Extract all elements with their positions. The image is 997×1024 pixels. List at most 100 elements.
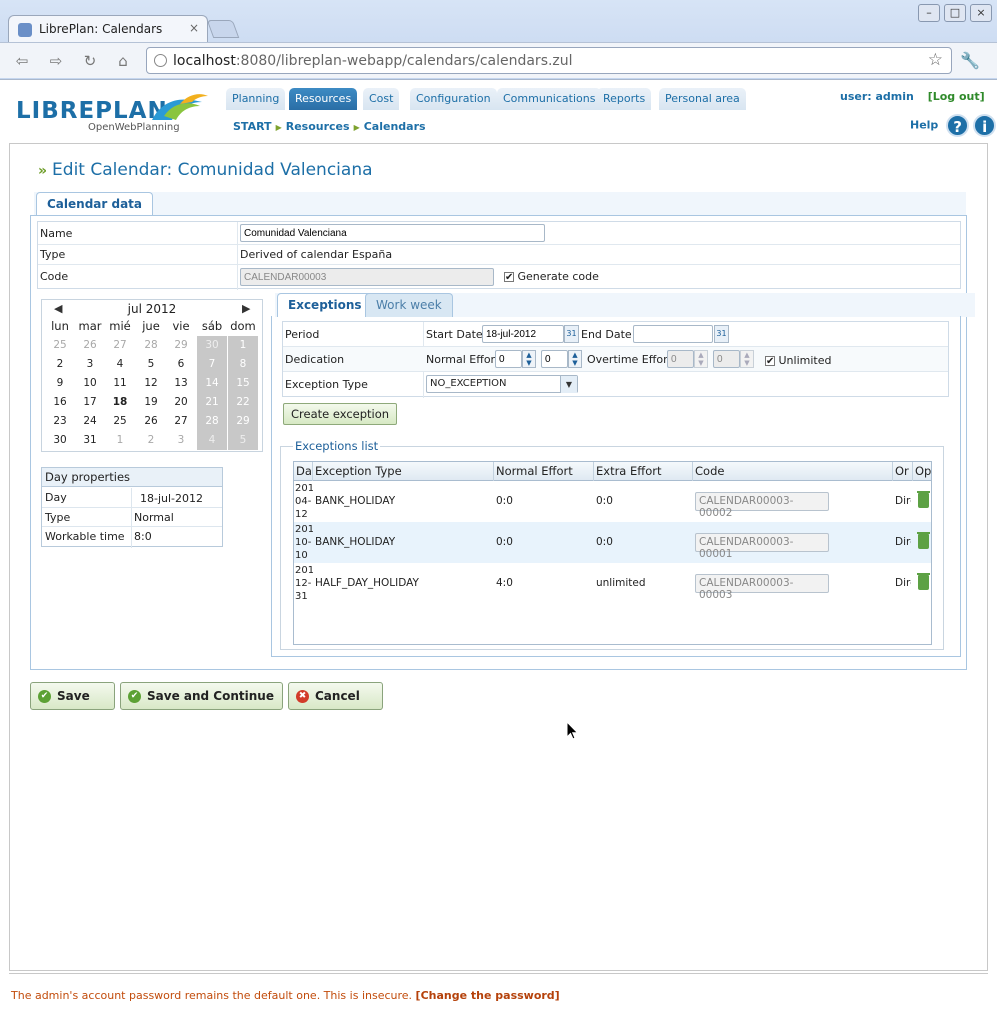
tab-work-week[interactable]: Work week — [365, 293, 453, 317]
info-icon[interactable]: i — [973, 114, 997, 137]
reload-icon[interactable]: ↻ — [80, 51, 100, 71]
col-origin[interactable]: Or — [893, 462, 913, 481]
col-normal-effort[interactable]: Normal Effort — [494, 462, 594, 481]
bookmark-star-icon[interactable]: ☆ — [928, 50, 943, 70]
wrench-icon[interactable]: 🔧 — [960, 51, 980, 70]
normal-hours-spinner[interactable]: ▲ ▼ — [522, 350, 536, 368]
libreplan-logo[interactable]: LIBREPLAN OpenWebPlanning — [16, 90, 216, 138]
calendar-day[interactable]: 9 — [45, 374, 75, 393]
chevron-down-icon[interactable]: ▼ — [560, 376, 577, 393]
calendar-day[interactable]: 8 — [228, 355, 258, 374]
calendar-day[interactable]: 2 — [45, 355, 75, 374]
calendar-day[interactable]: 12 — [136, 374, 166, 393]
calendar-day[interactable]: 6 — [166, 355, 196, 374]
calendar-day[interactable]: 15 — [228, 374, 258, 393]
calendar-day[interactable]: 27 — [166, 412, 196, 431]
calendar-day[interactable]: 24 — [75, 412, 105, 431]
calendar-day[interactable]: 21 — [197, 393, 227, 412]
calendar-day[interactable]: 26 — [75, 336, 105, 355]
browser-tab[interactable]: LibrePlan: Calendars × — [8, 15, 208, 43]
normal-effort-minutes[interactable] — [541, 350, 568, 368]
start-date-input[interactable] — [482, 325, 564, 343]
change-password-link[interactable]: [Change the password] — [416, 989, 560, 1002]
create-exception-button[interactable]: Create exception — [283, 403, 398, 425]
col-extra-effort[interactable]: Extra Effort — [594, 462, 693, 481]
calendar-day[interactable]: 3 — [75, 355, 105, 374]
logout-link[interactable]: [Log out] — [928, 90, 985, 103]
col-exception-type[interactable]: Exception Type — [313, 462, 494, 481]
unlimited-checkbox[interactable]: ✔ — [765, 356, 775, 367]
table-row[interactable]: 201 12- 31 HALF_DAY_HOLIDAY 4:0 unlimited … — [294, 563, 931, 604]
table-row[interactable]: 201 10- 10 BANK_HOLIDAY 0:0 0:0 CALENDAR00… — [294, 522, 931, 563]
help-link[interactable]: Help — [910, 119, 938, 132]
calendar-day[interactable]: 31 — [75, 431, 105, 450]
nav-reports[interactable]: Reports — [597, 88, 652, 110]
calendar-day[interactable]: 1 — [105, 431, 135, 450]
overtime-effort-minutes[interactable] — [713, 350, 740, 368]
nav-resources[interactable]: Resources — [289, 88, 358, 110]
table-row[interactable]: 201 04- 12 BANK_HOLIDAY 0:0 0:0 CALENDAR00… — [294, 481, 931, 522]
overtime-effort-hours[interactable] — [667, 350, 694, 368]
calendar-day[interactable]: 7 — [197, 355, 227, 374]
calendar-day[interactable]: 19 — [136, 393, 166, 412]
end-date-input[interactable] — [633, 325, 713, 343]
calendar-day[interactable]: 5 — [228, 431, 258, 450]
code-input[interactable] — [240, 268, 494, 286]
breadcrumb-resources[interactable]: Resources — [286, 120, 350, 133]
calendar-day[interactable]: 29 — [166, 336, 196, 355]
breadcrumb-start[interactable]: START — [233, 120, 272, 133]
nav-planning[interactable]: Planning — [226, 88, 286, 110]
close-tab-icon[interactable]: × — [189, 21, 199, 35]
close-window-button[interactable]: × — [970, 4, 992, 22]
save-and-continue-button[interactable]: ✔ Save and Continue — [120, 682, 283, 710]
calendar-day[interactable]: 28 — [197, 412, 227, 431]
col-code[interactable]: Code — [693, 462, 893, 481]
calendar-day[interactable]: 1 — [228, 336, 258, 355]
nav-configuration[interactable]: Configuration — [410, 88, 497, 110]
new-tab-button[interactable] — [206, 20, 240, 38]
forward-icon[interactable]: ⇨ — [46, 51, 66, 71]
name-input[interactable] — [240, 224, 545, 242]
normal-effort-hours[interactable] — [495, 350, 522, 368]
calendar-day[interactable]: 30 — [197, 336, 227, 355]
exception-type-select[interactable]: NO_EXCEPTION — [426, 375, 578, 393]
calendar-day[interactable]: 27 — [105, 336, 135, 355]
calendar-day[interactable]: 3 — [166, 431, 196, 450]
trash-icon[interactable] — [917, 491, 930, 508]
overtime-hours-spinner[interactable]: ▲ ▼ — [694, 350, 708, 368]
calendar-day[interactable]: 29 — [228, 412, 258, 431]
calendar-day[interactable]: 26 — [136, 412, 166, 431]
maximize-button[interactable]: □ — [944, 4, 966, 22]
col-date[interactable]: Da — [294, 462, 313, 481]
normal-minutes-spinner[interactable]: ▲ ▼ — [568, 350, 582, 368]
calendar-day[interactable]: 28 — [136, 336, 166, 355]
nav-cost[interactable]: Cost — [363, 88, 400, 110]
calendar-day[interactable]: 25 — [105, 412, 135, 431]
minimize-button[interactable]: – — [918, 4, 940, 22]
calendar-day[interactable]: 23 — [45, 412, 75, 431]
save-button[interactable]: ✔ Save — [30, 682, 115, 710]
calendar-day[interactable]: 4 — [105, 355, 135, 374]
tab-calendar-data[interactable]: Calendar data — [36, 192, 154, 216]
calendar-day[interactable]: 25 — [45, 336, 75, 355]
calendar-day[interactable]: 18 — [105, 393, 135, 412]
generate-code-checkbox[interactable]: ✔ — [504, 272, 514, 283]
calendar-day[interactable]: 22 — [228, 393, 258, 412]
calendar-day[interactable]: 20 — [166, 393, 196, 412]
trash-icon[interactable] — [917, 532, 930, 549]
help-question-icon[interactable]: ? — [946, 114, 970, 137]
calendar-day[interactable]: 2 — [136, 431, 166, 450]
address-bar[interactable]: localhost:8080/libreplan-webapp/calendar… — [146, 47, 952, 74]
trash-icon[interactable] — [917, 573, 930, 590]
calendar-day[interactable]: 11 — [105, 374, 135, 393]
calendar-day[interactable]: 10 — [75, 374, 105, 393]
next-month-icon[interactable]: ▶ — [242, 302, 250, 315]
tab-exceptions[interactable]: Exceptions — [277, 293, 373, 317]
calendar-day[interactable]: 5 — [136, 355, 166, 374]
back-icon[interactable]: ⇦ — [12, 51, 32, 71]
calendar-day[interactable]: 14 — [197, 374, 227, 393]
nav-communications[interactable]: Communications — [497, 88, 602, 110]
calendar-day[interactable]: 4 — [197, 431, 227, 450]
cancel-button[interactable]: ✖ Cancel — [288, 682, 383, 710]
calendar-day[interactable]: 16 — [45, 393, 75, 412]
